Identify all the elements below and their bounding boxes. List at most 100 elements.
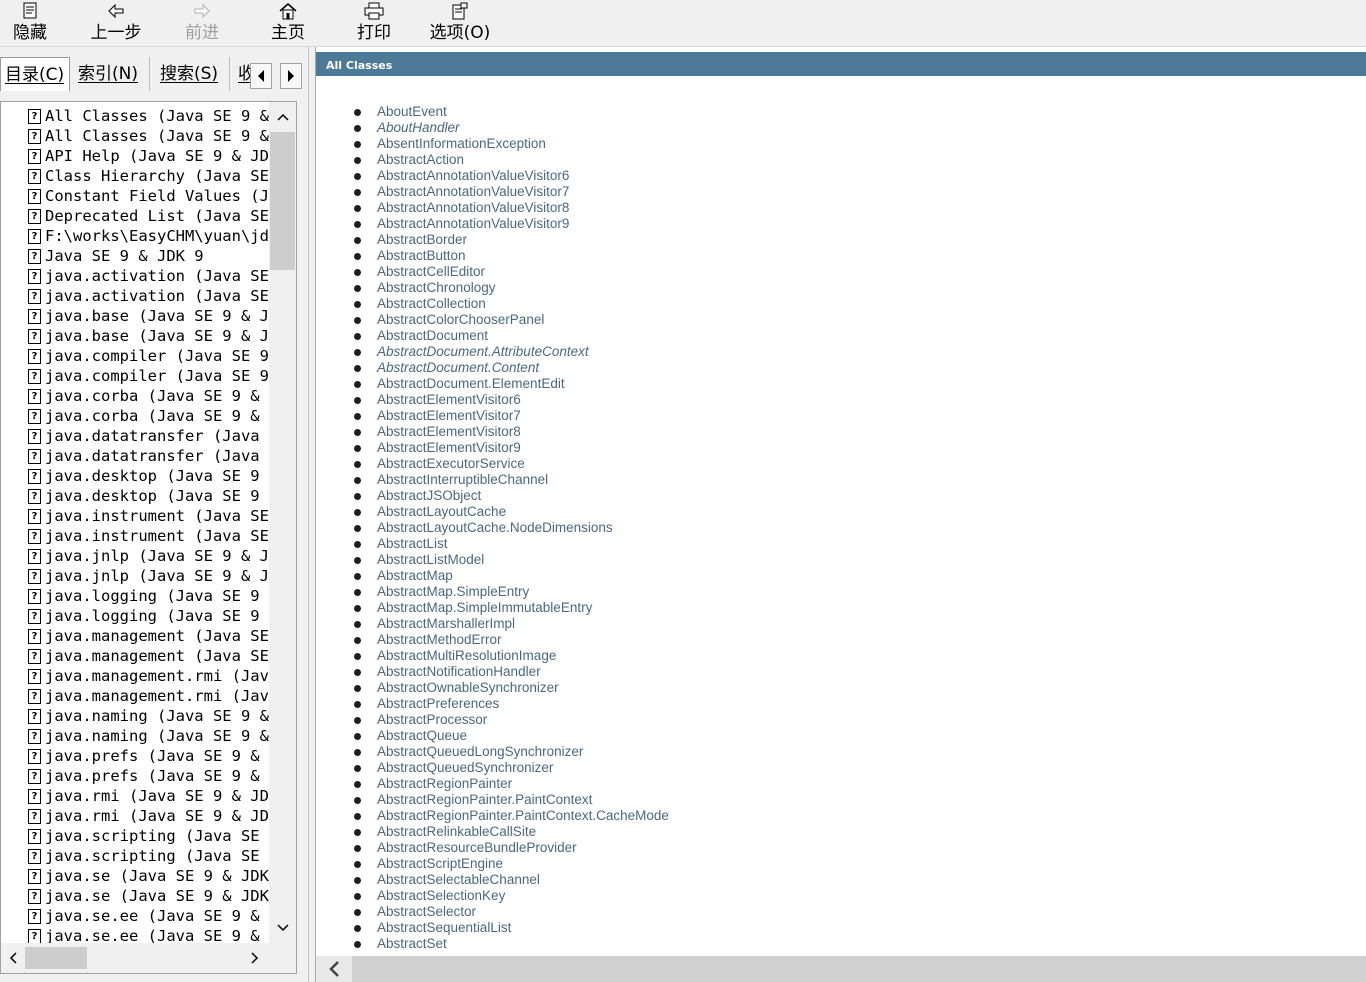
tree-item[interactable]: ? java.se.ee (Java SE 9 & J [1, 906, 269, 926]
tree-item[interactable]: ? All Classes (Java SE 9 & [1, 126, 269, 146]
class-link[interactable]: AbstractQueuedSynchronizer [352, 760, 669, 776]
tree-item[interactable]: ? java.instrument (Java SE [1, 506, 269, 526]
tree-item[interactable]: ? All Classes (Java SE 9 & [1, 106, 269, 126]
tree-item[interactable]: ? java.prefs (Java SE 9 & J [1, 766, 269, 786]
class-link[interactable]: AbstractAnnotationValueVisitor9 [352, 216, 669, 232]
class-link[interactable]: AbstractSelectableChannel [352, 872, 669, 888]
class-link[interactable]: AbstractProcessor [352, 712, 669, 728]
tab-scroll-right-button[interactable] [280, 63, 302, 89]
class-link[interactable]: AbstractElementVisitor9 [352, 440, 669, 456]
tree-item[interactable]: ? java.desktop (Java SE 9 & [1, 486, 269, 506]
tree-item[interactable]: ? java.management.rmi (Java [1, 686, 269, 706]
class-link[interactable]: AbstractColorChooserPanel [352, 312, 669, 328]
tree-item[interactable]: ? java.base (Java SE 9 & JD [1, 306, 269, 326]
class-link[interactable]: AbstractOwnableSynchronizer [352, 680, 669, 696]
class-link[interactable]: AbstractAction [352, 152, 669, 168]
class-link[interactable]: AbstractDocument.ElementEdit [352, 376, 669, 392]
tree-item[interactable]: ? java.base (Java SE 9 & JD [1, 326, 269, 346]
tree-item[interactable]: ? java.logging (Java SE 9 & [1, 586, 269, 606]
class-link[interactable]: AbstractLayoutCache [352, 504, 669, 520]
tree-item[interactable]: ? java.se (Java SE 9 & JDK [1, 886, 269, 906]
tree-item[interactable]: ? Java SE 9 & JDK 9 [1, 246, 269, 266]
tree-item[interactable]: ? Deprecated List (Java SE [1, 206, 269, 226]
scroll-thumb[interactable] [270, 132, 295, 270]
class-link[interactable]: AbstractMap.SimpleImmutableEntry [352, 600, 669, 616]
class-link[interactable]: AbstractRegionPainter [352, 776, 669, 792]
horizontal-scroll-thumb[interactable] [25, 947, 87, 969]
tree-item[interactable]: ? java.naming (Java SE 9 & [1, 706, 269, 726]
tree-item[interactable]: ? java.desktop (Java SE 9 & [1, 466, 269, 486]
content-scroll-left-button[interactable] [316, 956, 352, 982]
tree-horizontal-scrollbar[interactable] [1, 943, 269, 973]
tree-item[interactable]: ? java.naming (Java SE 9 & [1, 726, 269, 746]
class-link[interactable]: AbstractMultiResolutionImage [352, 648, 669, 664]
tree-item[interactable]: ? java.jnlp (Java SE 9 & JD [1, 566, 269, 586]
class-link[interactable]: AbstractSelectionKey [352, 888, 669, 904]
tree-item[interactable]: ? java.corba (Java SE 9 & J [1, 406, 269, 426]
class-link[interactable]: AbstractNotificationHandler [352, 664, 669, 680]
tab-index[interactable]: 索引(N) [74, 57, 150, 91]
home-button[interactable]: 主页 [248, 0, 328, 46]
tree-item[interactable]: ? Constant Field Values (Ja [1, 186, 269, 206]
back-button[interactable]: 上一步 [76, 0, 156, 46]
tree-item[interactable]: ? java.corba (Java SE 9 & J [1, 386, 269, 406]
class-link[interactable]: AbstractList [352, 536, 669, 552]
class-link[interactable]: AbstractMap.SimpleEntry [352, 584, 669, 600]
hide-button[interactable]: 隐藏 [0, 0, 70, 46]
pane-splitter[interactable] [308, 47, 316, 982]
tree-item[interactable]: ? java.compiler (Java SE 9 [1, 346, 269, 366]
print-button[interactable]: 打印 [334, 0, 414, 46]
class-link[interactable]: AbstractAnnotationValueVisitor7 [352, 184, 669, 200]
class-link[interactable]: AbstractAnnotationValueVisitor6 [352, 168, 669, 184]
tree-item[interactable]: ? java.management (Java SE [1, 626, 269, 646]
tree-item[interactable]: ? java.prefs (Java SE 9 & J [1, 746, 269, 766]
class-link[interactable]: AbstractSet [352, 936, 669, 952]
tree-item[interactable]: ? java.rmi (Java SE 9 & JDK [1, 786, 269, 806]
tree-item[interactable]: ? java.datatransfer (Java S [1, 426, 269, 446]
options-button[interactable]: 选项(O) [420, 0, 500, 46]
tree-item[interactable]: ? java.management.rmi (Java [1, 666, 269, 686]
class-link[interactable]: AbstractRelinkableCallSite [352, 824, 669, 840]
scroll-right-button[interactable] [243, 943, 267, 973]
tree-item[interactable]: ? java.rmi (Java SE 9 & JDK [1, 806, 269, 826]
class-link[interactable]: AbstractJSObject [352, 488, 669, 504]
scroll-down-button[interactable] [269, 913, 296, 943]
class-link[interactable]: AbstractCellEditor [352, 264, 669, 280]
scroll-up-button[interactable] [269, 102, 296, 132]
class-link[interactable]: AbstractPreferences [352, 696, 669, 712]
tree-item[interactable]: ? java.compiler (Java SE 9 [1, 366, 269, 386]
class-link[interactable]: AbstractMap [352, 568, 669, 584]
class-link[interactable]: AbstractSequentialList [352, 920, 669, 936]
class-link[interactable]: AbstractExecutorService [352, 456, 669, 472]
tree-vertical-scrollbar[interactable] [269, 102, 296, 943]
tree-item[interactable]: ? API Help (Java SE 9 & JDK [1, 146, 269, 166]
tree-item[interactable]: ? java.jnlp (Java SE 9 & JD [1, 546, 269, 566]
tree-item[interactable]: ? java.activation (Java SE [1, 286, 269, 306]
tree-item[interactable]: ? java.management (Java SE [1, 646, 269, 666]
class-link[interactable]: AbstractScriptEngine [352, 856, 669, 872]
tree-item[interactable]: ? java.instrument (Java SE [1, 526, 269, 546]
scroll-left-button[interactable] [1, 943, 25, 973]
class-link[interactable]: AbstractCollection [352, 296, 669, 312]
class-link[interactable]: AbstractRegionPainter.PaintContext [352, 792, 669, 808]
class-link[interactable]: AbstractQueuedLongSynchronizer [352, 744, 669, 760]
class-link[interactable]: AbstractElementVisitor6 [352, 392, 669, 408]
tab-scroll-left-button[interactable] [250, 63, 272, 89]
class-link[interactable]: AbsentInformationException [352, 136, 669, 152]
class-link[interactable]: AbstractDocument.Content [352, 360, 669, 376]
class-link[interactable]: AbstractButton [352, 248, 669, 264]
class-link[interactable]: AbstractInterruptibleChannel [352, 472, 669, 488]
tree-item[interactable]: ? Class Hierarchy (Java SE [1, 166, 269, 186]
class-link[interactable]: AbstractElementVisitor7 [352, 408, 669, 424]
tree-item[interactable]: ? java.se (Java SE 9 & JDK [1, 866, 269, 886]
tab-contents[interactable]: 目录(C) [0, 57, 70, 91]
class-link[interactable]: AbstractListModel [352, 552, 669, 568]
class-link[interactable]: AbstractMethodError [352, 632, 669, 648]
class-link[interactable]: AbstractAnnotationValueVisitor8 [352, 200, 669, 216]
tab-search[interactable]: 搜索(S) [156, 57, 230, 91]
class-link[interactable]: AboutHandler [352, 120, 669, 136]
class-link[interactable]: AbstractChronology [352, 280, 669, 296]
class-link[interactable]: AbstractDocument [352, 328, 669, 344]
forward-button[interactable]: 前进 [162, 0, 242, 46]
class-link[interactable]: AbstractSelector [352, 904, 669, 920]
